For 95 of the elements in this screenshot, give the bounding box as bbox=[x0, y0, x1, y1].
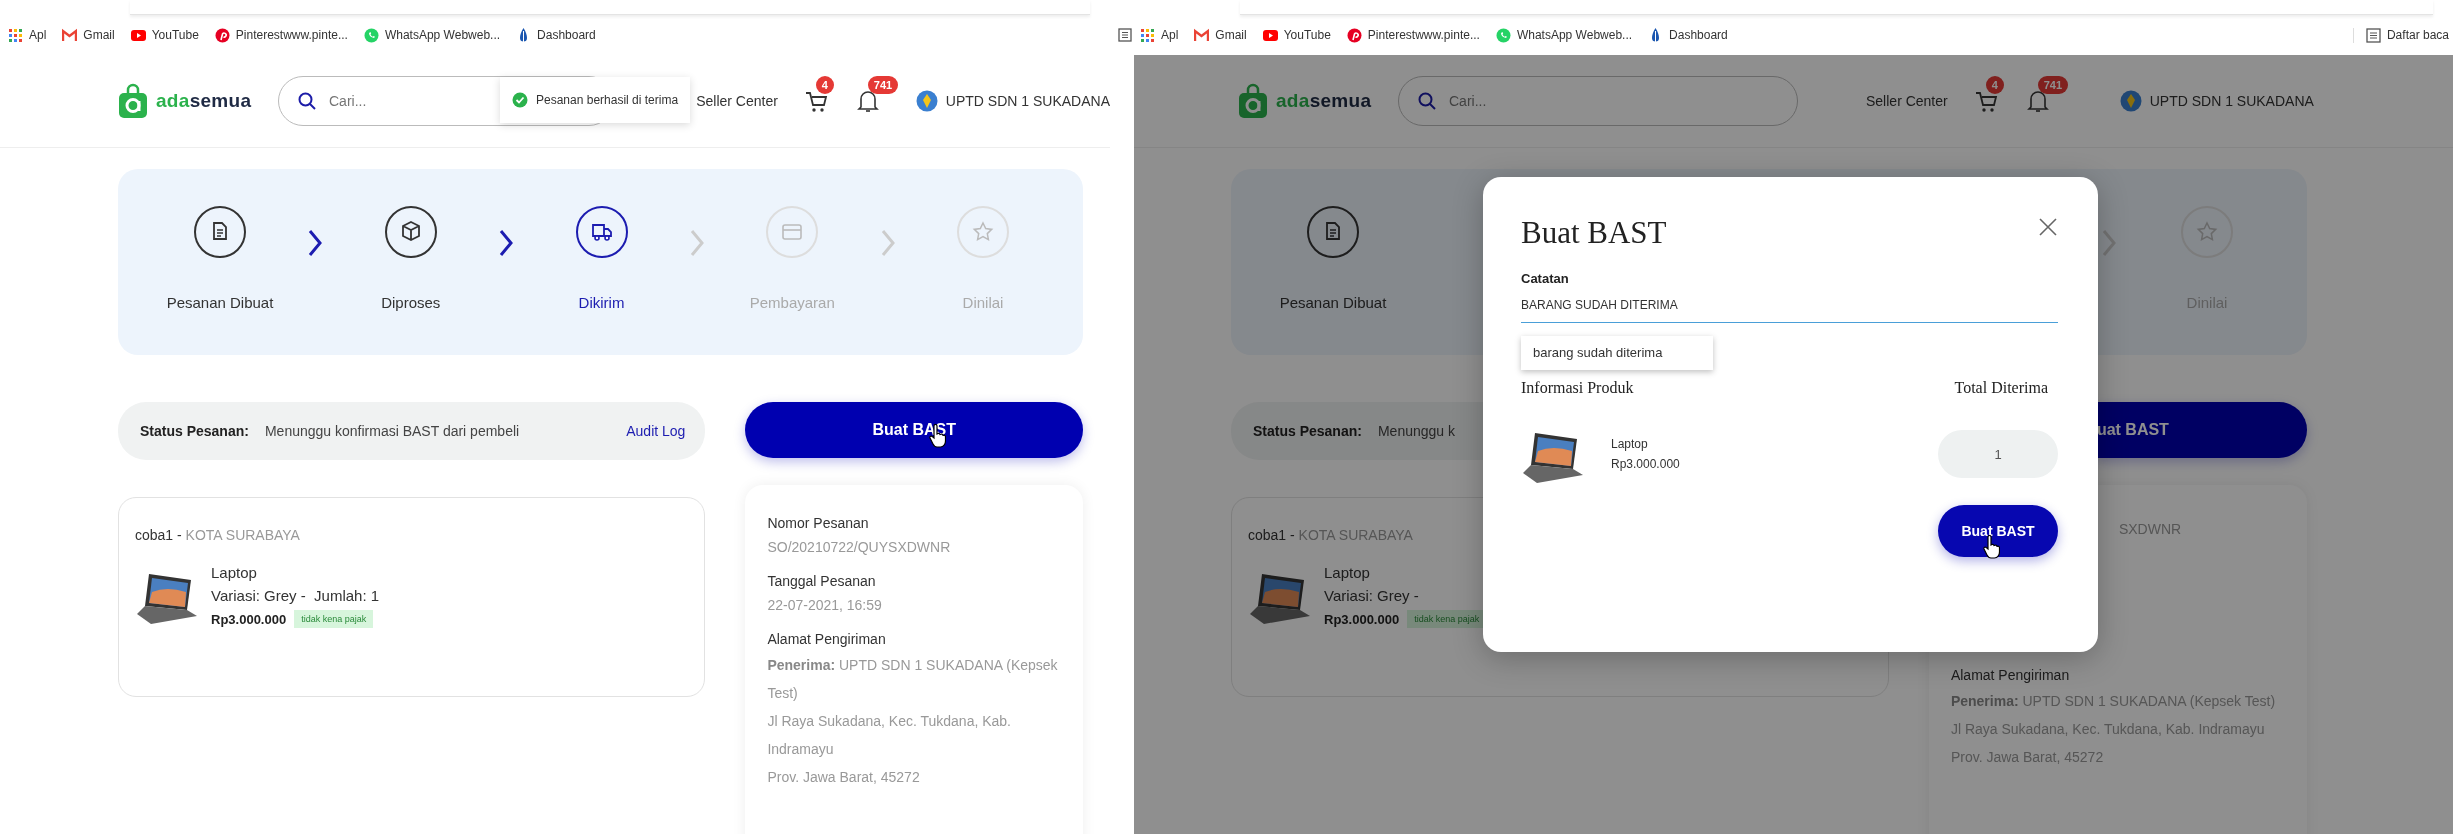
column-heading: Total Diterima bbox=[1954, 379, 2048, 397]
status-label: Status Pesanan: bbox=[140, 423, 249, 439]
detail-value: 22-07-2021, 16:59 bbox=[767, 596, 883, 615]
close-icon[interactable] bbox=[2038, 217, 2058, 237]
autocomplete-suggestion[interactable]: barang sudah diterima bbox=[1521, 336, 1713, 370]
status-label: Status Pesanan: bbox=[1253, 423, 1362, 439]
quantity-field[interactable]: 1 bbox=[1938, 430, 2058, 478]
mail-icon bbox=[1194, 27, 1210, 43]
reading-list-link[interactable]: Daftar baca bbox=[2352, 27, 2449, 43]
check-circle-icon bbox=[512, 92, 528, 108]
step-label: Diproses bbox=[381, 294, 441, 311]
step-label: Dikirim bbox=[578, 294, 625, 311]
chevron-icon bbox=[879, 228, 896, 258]
product-price: Rp3.000.000 bbox=[1324, 611, 1400, 627]
hand-cursor-icon bbox=[1982, 535, 2000, 559]
bell-icon[interactable] bbox=[855, 88, 880, 114]
chevron-icon bbox=[307, 228, 324, 258]
step-label: Dinilai bbox=[962, 294, 1004, 311]
pin-icon bbox=[214, 27, 230, 43]
note-input-field[interactable]: BARANG SUDAH DITERIMA bbox=[1521, 286, 2058, 323]
detail-label: Alamat Pengiriman bbox=[1950, 667, 2071, 683]
detail-value: SO/20210722/QUYSXDWNR bbox=[767, 538, 952, 557]
seller-center-link[interactable]: Seller Center bbox=[696, 93, 778, 109]
address-line: Prov. Jawa Barat, 45272 bbox=[1950, 748, 2105, 767]
product-name: Laptop bbox=[211, 564, 258, 581]
product-variant: Variasi: Grey - Jumlah: 1 bbox=[211, 587, 380, 604]
bookmark-link[interactable]: Apl bbox=[1140, 27, 1179, 43]
submit-button[interactable]: Buat BAST bbox=[1938, 505, 2058, 557]
detail-label: Nomor Pesanan bbox=[767, 515, 870, 531]
search-field[interactable]: Cari... bbox=[1398, 76, 1798, 126]
step-label: Pesanan Dibuat bbox=[1279, 294, 1387, 311]
detail-value: SXDWNR bbox=[2118, 520, 2183, 539]
search-icon bbox=[1418, 92, 1436, 110]
logo-wordmark[interactable]: adasemua bbox=[1276, 90, 1372, 112]
status-value: Menunggu k bbox=[1377, 423, 1455, 439]
product-name: Laptop bbox=[1611, 437, 1649, 451]
detail-label: Alamat Pengiriman bbox=[767, 631, 887, 647]
bookmark-link[interactable]: YouTube bbox=[1262, 27, 1331, 43]
chevron-icon bbox=[498, 228, 515, 258]
emblem-icon bbox=[915, 90, 938, 112]
search-icon bbox=[298, 92, 316, 110]
product-name: Laptop bbox=[1324, 564, 1371, 581]
tab-list-icon[interactable] bbox=[1118, 28, 1132, 42]
product-variant: Variasi: Grey - bbox=[1324, 587, 1420, 604]
status-value: Menunggu konfirmasi BAST dari pembeli bbox=[264, 423, 520, 439]
seller-center-link[interactable]: Seller Center bbox=[1866, 93, 1948, 109]
bookmark-link[interactable]: WhatsApp Webweb... bbox=[363, 27, 501, 43]
bookmark-link[interactable]: Gmail bbox=[1194, 27, 1247, 43]
play-icon bbox=[1262, 27, 1278, 43]
address-line: Penerima: UPTD SDN 1 SUKADANA (Kepsek Test) bbox=[767, 656, 1059, 703]
chevron-icon bbox=[2101, 228, 2117, 258]
step-label: Pesanan Dibuat bbox=[166, 294, 274, 311]
chat-icon bbox=[363, 27, 379, 43]
field-label: Catatan bbox=[1521, 271, 1570, 286]
tax-tag: tidak kena pajak bbox=[294, 610, 374, 628]
chat-icon bbox=[1495, 27, 1511, 43]
address-line: Penerima: UPTD SDN 1 SUKADANA (Kepsek Test) bbox=[1950, 692, 2277, 711]
list-icon bbox=[2365, 27, 2381, 43]
product-price: Rp3.000.000 bbox=[211, 611, 287, 627]
bookmark-link[interactable]: Gmail bbox=[62, 27, 115, 43]
bookmark-link[interactable]: WhatsApp Webweb... bbox=[1495, 27, 1633, 43]
address-line: Jl Raya Sukadana, Kec. Tukdana, Kab. Indramayu bbox=[1950, 720, 2266, 739]
seller-location: coba1 - KOTA SURABAYA bbox=[1248, 527, 1413, 543]
step-label: Pembayaran bbox=[749, 294, 835, 311]
play-icon bbox=[130, 27, 146, 43]
account-link[interactable]: UPTD SDN 1 SUKADANA bbox=[915, 90, 1110, 112]
chevron-icon bbox=[688, 228, 705, 258]
count-badge: 741 bbox=[867, 76, 899, 94]
bell-icon[interactable] bbox=[2025, 88, 2050, 114]
address-line: Prov. Jawa Barat, 45272 bbox=[767, 768, 921, 787]
mail-icon bbox=[62, 27, 78, 43]
account-link[interactable]: UPTD SDN 1 SUKADANA bbox=[2119, 90, 2314, 112]
column-heading: Informasi Produk bbox=[1521, 379, 1634, 397]
shopping-bag-icon bbox=[1238, 83, 1268, 119]
bookmark-link[interactable]: Dashboard bbox=[516, 27, 596, 43]
apps-grid-icon bbox=[8, 27, 23, 43]
audit-log-link[interactable]: Audit Log bbox=[626, 423, 686, 439]
count-badge: 4 bbox=[1985, 76, 2004, 94]
dialog-title: Buat BAST bbox=[1521, 215, 1667, 251]
pin-icon bbox=[1346, 27, 1362, 43]
count-badge: 4 bbox=[815, 76, 834, 94]
logo-wordmark[interactable]: adasemua bbox=[156, 90, 252, 112]
seller-location: coba1 - KOTA SURABAYA bbox=[135, 527, 300, 543]
address-line: Jl Raya Sukadana, Kec. Tukdana, Kab. Indramayu bbox=[767, 712, 1012, 759]
bookmark-link[interactable]: Apl bbox=[8, 27, 47, 43]
bookmark-link[interactable]: YouTube bbox=[130, 27, 199, 43]
shopping-bag-icon bbox=[118, 83, 148, 119]
count-badge: 741 bbox=[2037, 76, 2069, 94]
detail-label: Tanggal Pesanan bbox=[767, 573, 877, 589]
product-price: Rp3.000.000 bbox=[1611, 457, 1681, 471]
bookmark-link[interactable]: Dashboard bbox=[1648, 27, 1728, 43]
apps-grid-icon bbox=[1140, 27, 1155, 43]
emblem-icon bbox=[2119, 90, 2142, 112]
bookmark-link[interactable]: Pinterestwww.pinte... bbox=[214, 27, 348, 43]
bookmark-link[interactable]: Pinterestwww.pinte... bbox=[1346, 27, 1480, 43]
